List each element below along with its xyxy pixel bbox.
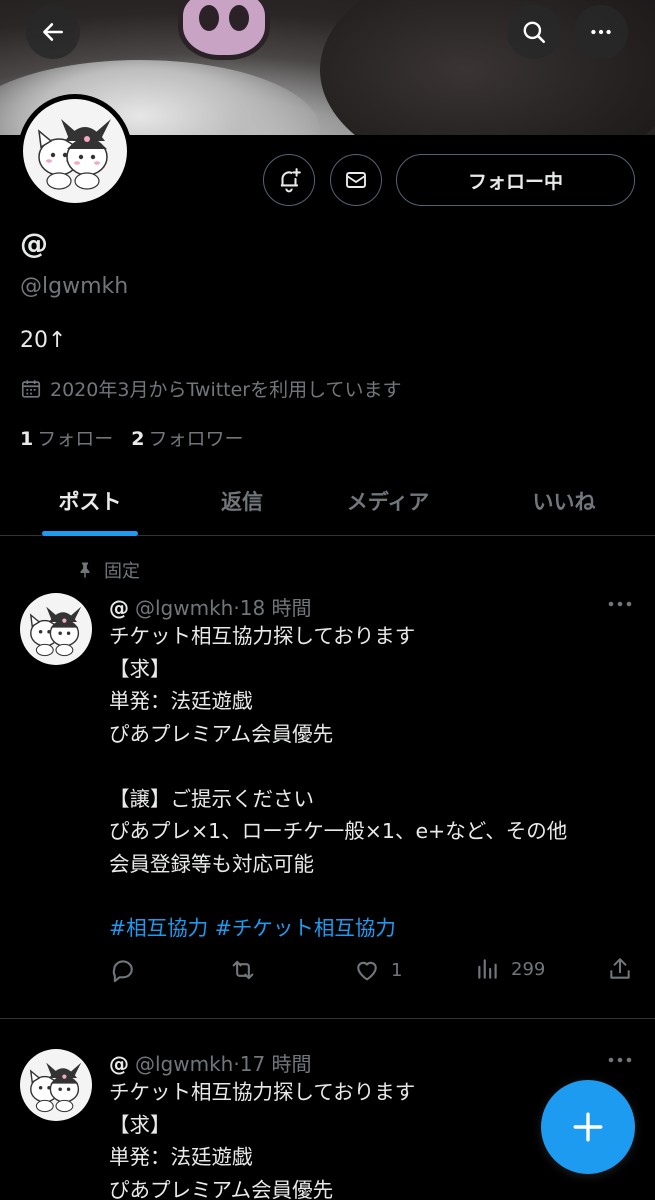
share-button[interactable] [607, 956, 633, 982]
share-icon [610, 958, 630, 979]
post-more-button[interactable] [604, 594, 636, 614]
post-author-avatar[interactable] [20, 593, 92, 665]
reply-button[interactable] [109, 956, 137, 984]
more-icon [591, 29, 611, 35]
post-author-name[interactable]: @ [109, 596, 129, 620]
following-button[interactable]: フォロー中 [396, 154, 635, 206]
joined-text: 2020年3月からTwitterを利用しています [50, 379, 402, 401]
tab-posts[interactable]: ポスト [20, 466, 160, 536]
back-button[interactable] [26, 5, 80, 59]
compose-post-button[interactable] [541, 1080, 635, 1174]
avatar-illustration [29, 606, 82, 657]
post-author-avatar[interactable] [20, 1049, 92, 1121]
post-time[interactable]: 18 時間 [240, 596, 312, 620]
tab-likes[interactable]: いいね [494, 466, 634, 536]
calendar-icon [21, 379, 41, 398]
post-text: チケット相互協力探しております 【求】 単発：法廷遊戯 ぴあプレミアム会員優先 … [109, 624, 568, 876]
post-more-button[interactable] [604, 1050, 636, 1070]
post-header: @ @lgwmkh·18 時間 [109, 596, 312, 620]
followers-link[interactable]: 2 フォロワー [131, 424, 243, 451]
mail-icon [346, 172, 366, 188]
post-header: @ @lgwmkh·17 時間 [109, 1052, 312, 1076]
display-name: @ [20, 227, 48, 260]
joined-date: 2020年3月からTwitterを利用しています [20, 375, 402, 402]
pin-icon [80, 562, 90, 578]
active-tab-indicator [42, 531, 138, 536]
pinned-label: 固定 [76, 557, 140, 583]
following-link[interactable]: 1 フォロー [20, 424, 113, 451]
banner-skull-figure [178, 0, 270, 60]
tab-replies[interactable]: 返信 [172, 466, 312, 536]
message-button[interactable] [330, 154, 382, 206]
views-button[interactable]: 299 [475, 956, 545, 982]
search-icon [523, 21, 546, 44]
profile-page: フォロー中 @ @lgwmkh 20↑ 2020年3月からTwitterを利用し… [0, 0, 655, 1200]
reply-icon [112, 960, 133, 983]
more-icon [608, 1057, 632, 1063]
like-button[interactable]: 1 [353, 956, 402, 984]
post-author-handle[interactable]: @lgwmkh [135, 596, 233, 620]
notification-button[interactable] [263, 154, 315, 206]
more-options-button[interactable] [574, 5, 628, 59]
post-actions: 1 299 [109, 956, 639, 988]
post-hashtags[interactable]: #相互協力 #チケット相互協力 [109, 912, 639, 945]
more-icon [608, 601, 632, 607]
views-icon [478, 959, 497, 979]
repost-button[interactable] [229, 956, 257, 984]
repost-icon [232, 960, 254, 980]
profile-handle: @lgwmkh [20, 274, 129, 299]
plus-icon [573, 1112, 603, 1142]
back-arrow-icon [43, 23, 63, 41]
follow-counts: 1 フォロー 2 フォロワー [20, 424, 244, 451]
profile-tabs: ポスト 返信 メディア いいね [0, 466, 655, 536]
profile-avatar[interactable] [18, 94, 132, 208]
profile-bio: 20↑ [20, 328, 67, 353]
post-time[interactable]: 17 時間 [240, 1052, 312, 1076]
post-author-name[interactable]: @ [109, 1052, 129, 1076]
avatar-illustration [38, 119, 111, 190]
views-count: 299 [511, 958, 546, 980]
search-button[interactable] [507, 5, 561, 59]
like-count: 1 [391, 959, 403, 981]
post-author-handle[interactable]: @lgwmkh [135, 1052, 233, 1076]
notification-bell-icon [280, 168, 301, 193]
like-icon [357, 961, 377, 981]
avatar-illustration [29, 1062, 82, 1113]
tab-media[interactable]: メディア [318, 466, 458, 536]
